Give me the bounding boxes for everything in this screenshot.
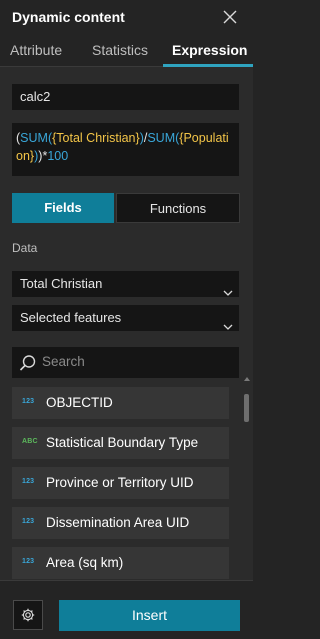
- panel-title: Dynamic content: [12, 9, 125, 25]
- scope-select[interactable]: Selected features: [12, 305, 239, 331]
- field-name: Province or Territory UID: [46, 475, 194, 490]
- search-placeholder: Search: [42, 354, 85, 369]
- fields-functions-toggle: Fields Functions: [12, 193, 240, 223]
- field-list-item[interactable]: 123 Dissemination Area UID: [12, 507, 229, 539]
- expression-token: 100: [47, 149, 69, 163]
- field-list-item[interactable]: 123 Area (sq km): [12, 547, 229, 579]
- scrollbar-thumb[interactable]: [244, 394, 249, 422]
- field-list: 123 OBJECTID ABC Statistical Boundary Ty…: [12, 387, 241, 580]
- field-name: Dissemination Area UID: [46, 515, 190, 530]
- data-section-label: Data: [12, 241, 38, 255]
- chevron-down-icon: [223, 280, 233, 296]
- expression-name-input[interactable]: calc2: [12, 84, 239, 110]
- field-list-item[interactable]: ABC Statistical Boundary Type: [12, 427, 229, 459]
- field-list-item[interactable]: 123 Province or Territory UID: [12, 467, 229, 499]
- number-type-icon: 123: [22, 398, 35, 405]
- search-icon: [19, 354, 37, 372]
- tab-statistics[interactable]: Statistics: [92, 42, 148, 58]
- close-icon[interactable]: [222, 9, 238, 25]
- number-type-icon: 123: [22, 478, 35, 485]
- expression-editor-input[interactable]: (SUM({Total Christian})/SUM({Population}…: [12, 123, 239, 176]
- panel-footer: Insert: [0, 580, 253, 639]
- expression-token: SUM: [20, 131, 48, 145]
- insert-button[interactable]: Insert: [59, 600, 240, 631]
- chevron-down-icon: [223, 314, 233, 330]
- tab-attribute[interactable]: Attribute: [10, 42, 62, 58]
- search-input[interactable]: Search: [12, 347, 239, 378]
- settings-button[interactable]: [13, 600, 43, 630]
- scope-select-value: Selected features: [20, 310, 122, 325]
- field-name: Area (sq km): [46, 555, 124, 570]
- functions-button[interactable]: Functions: [116, 193, 240, 223]
- tab-expression[interactable]: Expression: [172, 42, 247, 58]
- field-select[interactable]: Total Christian: [12, 271, 239, 297]
- tab-bar: Attribute Statistics Expression: [0, 36, 253, 67]
- string-type-icon: ABC: [22, 438, 38, 445]
- panel-header: Dynamic content: [0, 0, 253, 36]
- scroll-up-arrow-icon[interactable]: [244, 377, 250, 381]
- expression-token: {Total Christian}: [52, 131, 140, 145]
- number-type-icon: 123: [22, 518, 35, 525]
- field-name: OBJECTID: [46, 395, 113, 410]
- number-type-icon: 123: [22, 558, 35, 565]
- field-name: Statistical Boundary Type: [46, 435, 199, 450]
- fields-button[interactable]: Fields: [12, 193, 114, 223]
- field-select-value: Total Christian: [20, 276, 103, 291]
- expression-token: SUM: [147, 131, 176, 145]
- expression-editor: calc2 (SUM({Total Christian})/SUM({Popul…: [0, 67, 253, 580]
- field-list-item[interactable]: 123 OBJECTID: [12, 387, 229, 419]
